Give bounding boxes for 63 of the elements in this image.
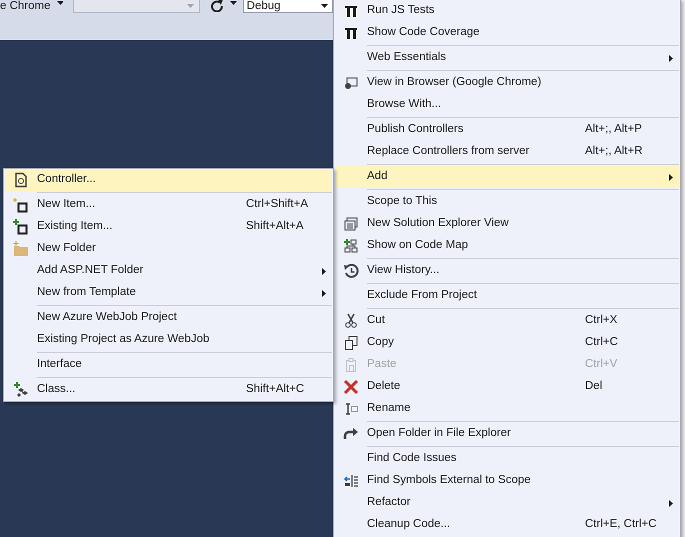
folder-icon — [13, 241, 29, 257]
paste-icon — [343, 357, 359, 373]
redo-arrow-icon — [343, 426, 359, 442]
menu-item[interactable]: Show Code Coverage — [335, 22, 679, 44]
submenu-arrow-icon — [669, 174, 673, 180]
menu-item[interactable]: Controller... — [5, 169, 332, 191]
menu-item[interactable]: Add ASP.NET Folder — [5, 260, 332, 282]
controller-icon — [13, 172, 29, 188]
caret-icon[interactable] — [56, 1, 64, 5]
find-symbols-icon — [343, 473, 359, 489]
submenu-arrow-icon — [669, 500, 673, 506]
history-icon — [343, 263, 359, 279]
menu-item[interactable]: Copy Ctrl+C — [335, 332, 679, 354]
menu-item[interactable]: New Item... Ctrl+Shift+A — [5, 194, 332, 216]
existing-item-icon — [13, 219, 29, 235]
menu-item[interactable]: New Solution Explorer View — [335, 213, 679, 235]
caret-icon — [321, 4, 328, 8]
caret-icon — [187, 4, 194, 8]
menu-item[interactable]: Class... Shift+Alt+C — [5, 379, 332, 401]
rename-icon — [343, 401, 359, 417]
submenu-arrow-icon — [669, 54, 673, 62]
menu-item[interactable]: New Folder — [5, 238, 332, 260]
new-item-icon — [13, 197, 29, 213]
menu-item[interactable]: Find Code Issues — [335, 448, 679, 470]
scissors-icon — [343, 313, 359, 329]
menu-item[interactable]: Refactor — [335, 492, 679, 514]
menu-item[interactable]: Scope to This — [335, 191, 679, 213]
menu-item[interactable]: Delete Del — [335, 376, 679, 398]
class-icon — [13, 382, 29, 398]
menu-item[interactable]: Browse With... — [335, 94, 679, 116]
dropdown-field[interactable] — [73, 0, 200, 13]
copy-icon — [343, 335, 359, 351]
menu-item[interactable]: Exclude From Project — [335, 285, 679, 307]
menu-item[interactable]: Run JS Tests — [335, 0, 679, 22]
refresh-icon[interactable] — [210, 0, 224, 12]
browser-label[interactable]: e Chrome — [0, 0, 50, 12]
menu-item[interactable]: Replace Controllers from server Alt+;, Alt+R — [335, 141, 679, 163]
menu-item[interactable]: Cut Ctrl+X — [335, 310, 679, 332]
menu-item[interactable]: Rename — [335, 398, 679, 420]
menu-item[interactable]: Existing Project as Azure WebJob — [5, 329, 332, 351]
menu-item[interactable]: Find Symbols External to Scope — [335, 470, 679, 492]
solution-view-icon — [343, 216, 359, 232]
submenu-arrow-icon — [322, 290, 326, 296]
test-icon — [343, 3, 359, 19]
menu-item[interactable]: Cleanup Code... Ctrl+E, Ctrl+C — [335, 514, 679, 536]
menu-item[interactable]: Web Essentials — [335, 47, 679, 69]
menu-item[interactable]: View in Browser (Google Chrome) — [335, 72, 679, 94]
menu-item[interactable]: Open Folder in File Explorer — [335, 423, 679, 445]
menu-item[interactable]: Existing Item... Shift+Alt+A — [5, 216, 332, 238]
code-map-icon — [343, 238, 359, 254]
menu-item[interactable]: Add — [335, 166, 679, 188]
menu-item[interactable]: Publish Controllers Alt+;, Alt+P — [335, 119, 679, 141]
delete-icon — [343, 379, 359, 395]
menu-item[interactable]: New from Template — [5, 282, 332, 304]
submenu-arrow-icon — [322, 268, 326, 274]
menu-item[interactable]: New Azure WebJob Project — [5, 307, 332, 329]
menu-item[interactable]: Show on Code Map — [335, 235, 679, 257]
menu-item[interactable]: Interface — [5, 354, 332, 376]
menu-item[interactable]: View History... — [335, 260, 679, 282]
test-icon — [343, 25, 359, 41]
caret-icon[interactable] — [230, 1, 237, 5]
configuration-dropdown[interactable]: Debug — [242, 0, 334, 13]
browser-icon — [343, 75, 359, 91]
